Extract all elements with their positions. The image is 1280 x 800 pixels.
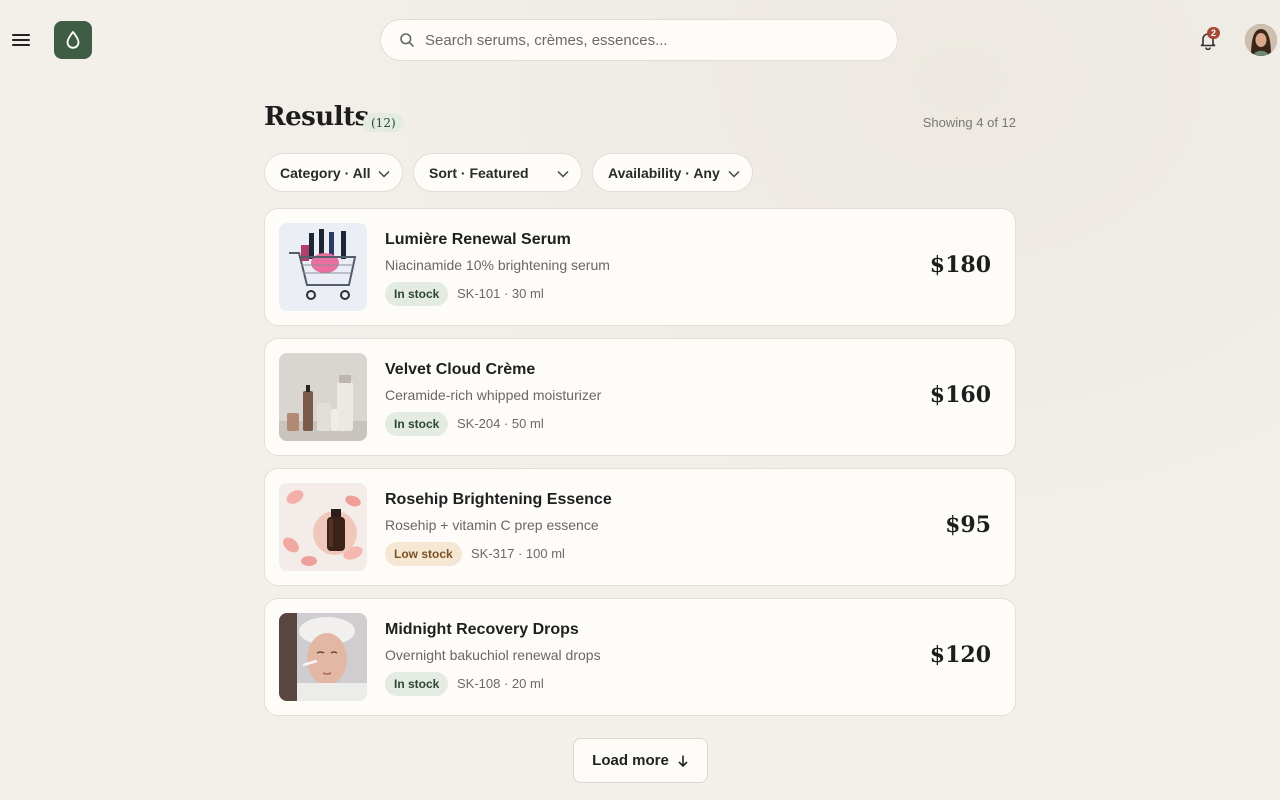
filter-sort[interactable]: Sort · Featured: [413, 153, 582, 192]
stock-badge: In stock: [385, 282, 449, 306]
results-count-badge: (12): [363, 113, 404, 132]
stock-badge: In stock: [385, 412, 449, 436]
filter-sort-label: Sort · Featured: [429, 164, 529, 181]
product-price: $95: [945, 512, 991, 538]
product-price: $180: [929, 252, 991, 278]
product-sku: SK-101 · 30 ml: [457, 286, 544, 301]
product-description: Rosehip + vitamin C prep essence: [385, 517, 599, 533]
product-description: Niacinamide 10% brightening serum: [385, 257, 610, 273]
search-bar[interactable]: [380, 19, 898, 61]
load-more-label: Load more: [592, 752, 669, 769]
product-price: $120: [929, 642, 991, 668]
arrow-down-icon: [678, 755, 688, 767]
product-price: $160: [929, 382, 991, 408]
chevron-down-icon: [557, 170, 569, 178]
filter-availability-label: Availability · Any: [608, 164, 720, 181]
product-card[interactable]: Midnight Recovery Drops Overnight bakuch…: [264, 598, 1016, 716]
product-card[interactable]: Lumière Renewal Serum Niacinamide 10% br…: [264, 208, 1016, 326]
filter-category[interactable]: Category · All: [264, 153, 403, 192]
product-name: Velvet Cloud Crème: [385, 361, 536, 378]
search-icon: [400, 33, 414, 47]
notification-badge: 2: [1207, 27, 1220, 39]
product-name: Lumière Renewal Serum: [385, 231, 571, 248]
filter-category-label: Category · All: [280, 164, 371, 181]
stock-badge: In stock: [385, 672, 449, 696]
stock-badge: Low stock: [385, 542, 462, 566]
product-image-face-treatment: [279, 613, 367, 701]
chevron-down-icon: [728, 170, 740, 178]
chevron-down-icon: [378, 170, 390, 178]
product-name: Midnight Recovery Drops: [385, 621, 579, 638]
load-more-button[interactable]: Load more: [573, 738, 708, 783]
user-avatar[interactable]: [1245, 24, 1277, 56]
showing-count: Showing 4 of 12: [922, 115, 1016, 130]
product-image-shopping-cart: [279, 223, 367, 311]
search-input[interactable]: [425, 31, 865, 49]
product-sku: SK-204 · 50 ml: [457, 416, 544, 431]
menu-icon[interactable]: [12, 31, 30, 49]
product-sku: SK-108 · 20 ml: [457, 676, 544, 691]
product-card[interactable]: Rosehip Brightening Essence Rosehip + vi…: [264, 468, 1016, 586]
filter-availability[interactable]: Availability · Any: [592, 153, 753, 192]
product-image-bottles: [279, 353, 367, 441]
results-title: Results: [264, 102, 369, 132]
product-card[interactable]: Velvet Cloud Crème Ceramide-rich whipped…: [264, 338, 1016, 456]
product-image-rose-petals: [279, 483, 367, 571]
product-sku: SK-317 · 100 ml: [471, 546, 565, 561]
product-name: Rosehip Brightening Essence: [385, 491, 612, 508]
product-description: Overnight bakuchiol renewal drops: [385, 647, 601, 663]
logo-drop-icon[interactable]: [54, 21, 92, 59]
product-description: Ceramide-rich whipped moisturizer: [385, 387, 602, 403]
